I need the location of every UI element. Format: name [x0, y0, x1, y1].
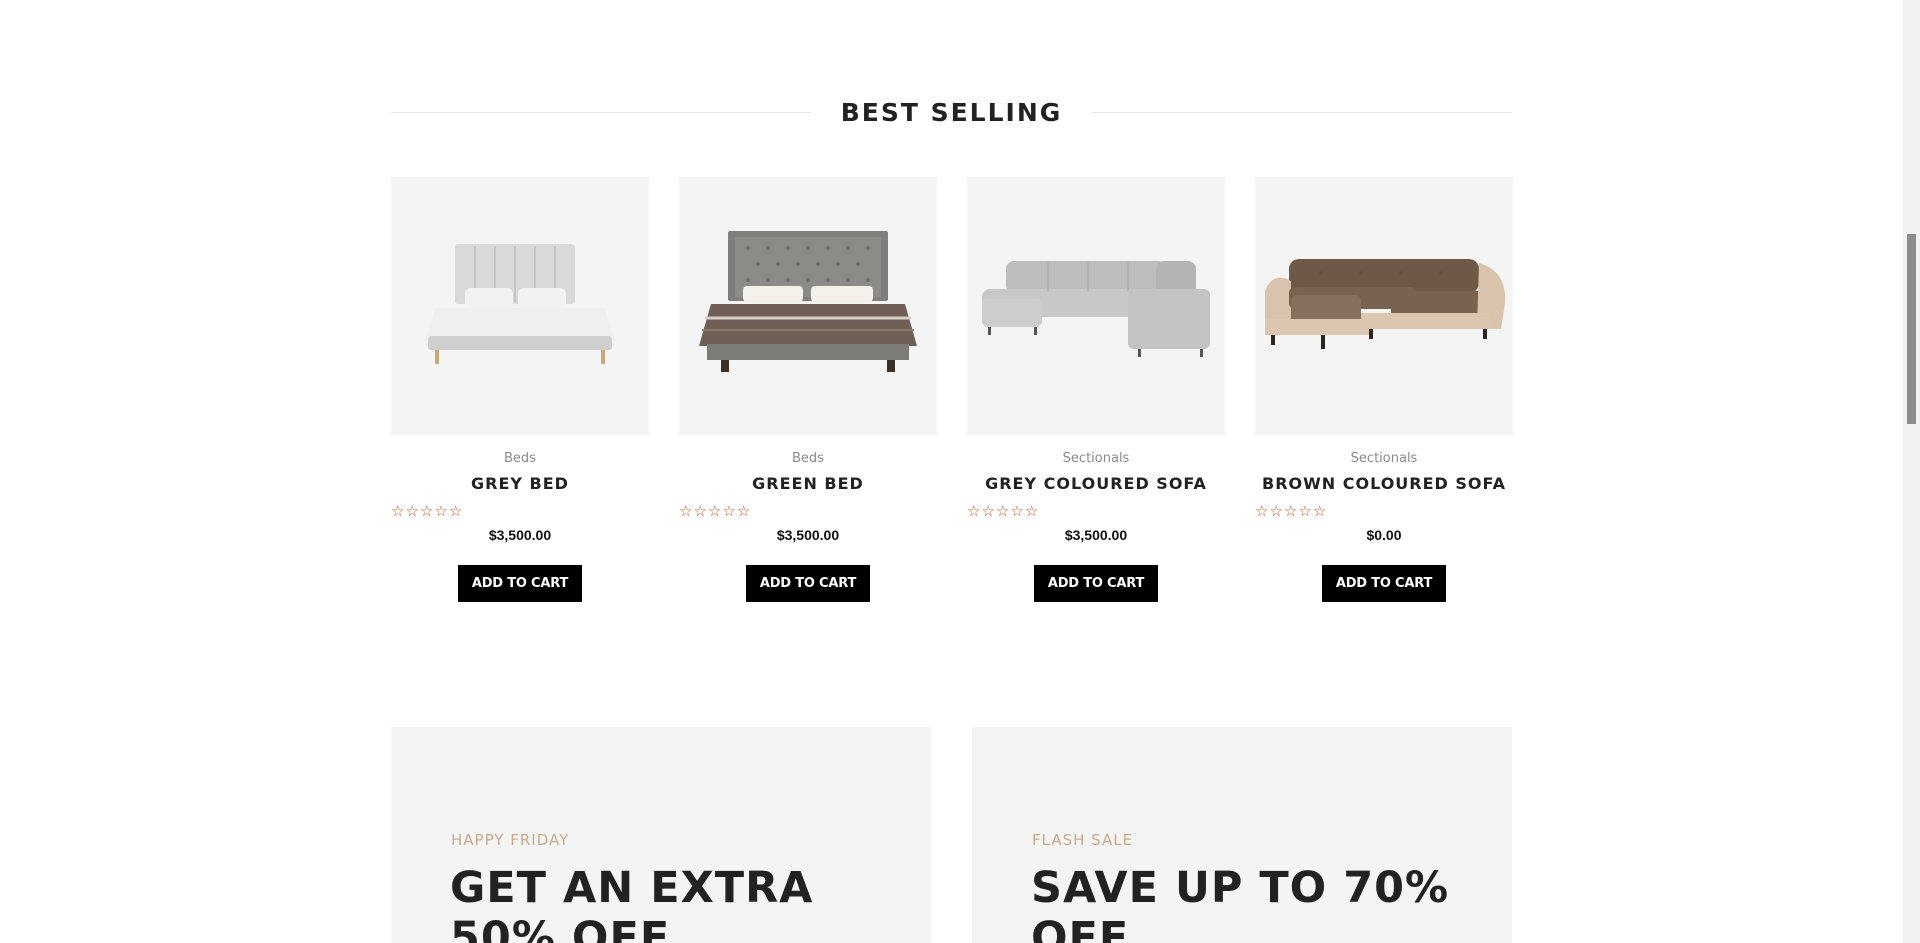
product-price: $3,500.00	[1064, 527, 1128, 543]
star-empty-icon: ☆	[1312, 502, 1327, 520]
product-title[interactable]: BROWN COLOURED SOFA	[1262, 474, 1506, 493]
promo-eyebrow: FLASH SALE	[1032, 831, 1134, 849]
product-price: $0.00	[1366, 527, 1402, 543]
star-empty-icon: ☆	[707, 502, 722, 520]
promo-headline: GET AN EXTRA 50% OFF	[450, 863, 814, 943]
product-category[interactable]: Sectionals	[1351, 451, 1418, 466]
product-card: Sectionals BROWN COLOURED SOFA ☆ ☆ ☆ ☆ ☆…	[1255, 177, 1513, 602]
green-bed-image	[699, 231, 917, 372]
page: BEST SELLING Beds GREY BED ☆ ☆ ☆ ☆ ☆ $3,…	[0, 0, 1920, 943]
divider-left	[391, 111, 811, 113]
product-title[interactable]: GREY BED	[471, 474, 569, 493]
star-empty-icon: ☆	[1010, 502, 1024, 520]
add-to-cart-button[interactable]: ADD TO CART	[457, 565, 583, 602]
promo-headline: SAVE UP TO 70% OFF	[1031, 863, 1450, 943]
promo-banner-flash-sale[interactable]: FLASH SALE SAVE UP TO 70% OFF	[972, 727, 1512, 943]
star-empty-icon: ☆	[419, 502, 434, 520]
star-empty-icon: ☆	[736, 502, 751, 520]
product-card: Sectionals GREY COLOURED SOFA ☆ ☆ ☆ ☆ ☆ …	[967, 177, 1225, 602]
product-image-green-bed[interactable]	[679, 177, 937, 435]
star-rating: ☆ ☆ ☆ ☆ ☆	[391, 503, 462, 519]
star-rating: ☆ ☆ ☆ ☆ ☆	[1255, 503, 1326, 519]
star-empty-icon: ☆	[1269, 502, 1283, 520]
product-category[interactable]: Beds	[504, 451, 536, 466]
star-empty-icon: ☆	[693, 502, 707, 520]
page-scrollbar[interactable]	[1903, 0, 1920, 943]
star-empty-icon: ☆	[679, 502, 693, 520]
product-price: $3,500.00	[776, 527, 840, 543]
promo-eyebrow: HAPPY FRIDAY	[451, 831, 570, 849]
product-title[interactable]: GREEN BED	[752, 474, 864, 493]
star-empty-icon: ☆	[995, 502, 1010, 520]
product-category[interactable]: Beds	[792, 451, 824, 466]
star-rating: ☆ ☆ ☆ ☆ ☆	[967, 503, 1038, 519]
product-price: $3,500.00	[488, 527, 552, 543]
grey-sofa-image	[982, 261, 1210, 357]
star-empty-icon: ☆	[434, 502, 448, 520]
product-image-grey-bed[interactable]	[391, 177, 649, 435]
brown-sofa-image	[1265, 259, 1506, 349]
product-title[interactable]: GREY COLOURED SOFA	[985, 474, 1207, 493]
product-grid: Beds GREY BED ☆ ☆ ☆ ☆ ☆ $3,500.00 ADD TO…	[391, 177, 1513, 602]
grey-bed-image	[425, 244, 615, 364]
add-to-cart-button[interactable]: ADD TO CART	[1321, 565, 1447, 602]
section-title: BEST SELLING	[840, 97, 1063, 127]
star-empty-icon: ☆	[1024, 502, 1039, 520]
star-empty-icon: ☆	[405, 502, 419, 520]
star-empty-icon: ☆	[967, 502, 981, 520]
product-card: Beds GREY BED ☆ ☆ ☆ ☆ ☆ $3,500.00 ADD TO…	[391, 177, 649, 602]
product-card: Beds GREEN BED ☆ ☆ ☆ ☆ ☆ $3,500.00 ADD T…	[679, 177, 937, 602]
star-empty-icon: ☆	[981, 502, 995, 520]
product-image-brown-sofa[interactable]	[1255, 177, 1513, 435]
star-empty-icon: ☆	[1298, 502, 1312, 520]
promo-banner-happy-friday[interactable]: HAPPY FRIDAY GET AN EXTRA 50% OFF	[391, 727, 931, 943]
best-selling-heading: BEST SELLING	[391, 92, 1512, 132]
product-category[interactable]: Sectionals	[1063, 451, 1130, 466]
add-to-cart-button[interactable]: ADD TO CART	[1033, 565, 1159, 602]
star-empty-icon: ☆	[391, 502, 405, 520]
scrollbar-thumb[interactable]	[1907, 234, 1916, 424]
star-rating: ☆ ☆ ☆ ☆ ☆	[679, 503, 750, 519]
star-empty-icon: ☆	[1283, 502, 1298, 520]
star-empty-icon: ☆	[1255, 502, 1269, 520]
product-image-grey-sofa[interactable]	[967, 177, 1225, 435]
star-empty-icon: ☆	[722, 502, 736, 520]
divider-right	[1092, 111, 1512, 113]
star-empty-icon: ☆	[448, 502, 463, 520]
add-to-cart-button[interactable]: ADD TO CART	[745, 565, 871, 602]
